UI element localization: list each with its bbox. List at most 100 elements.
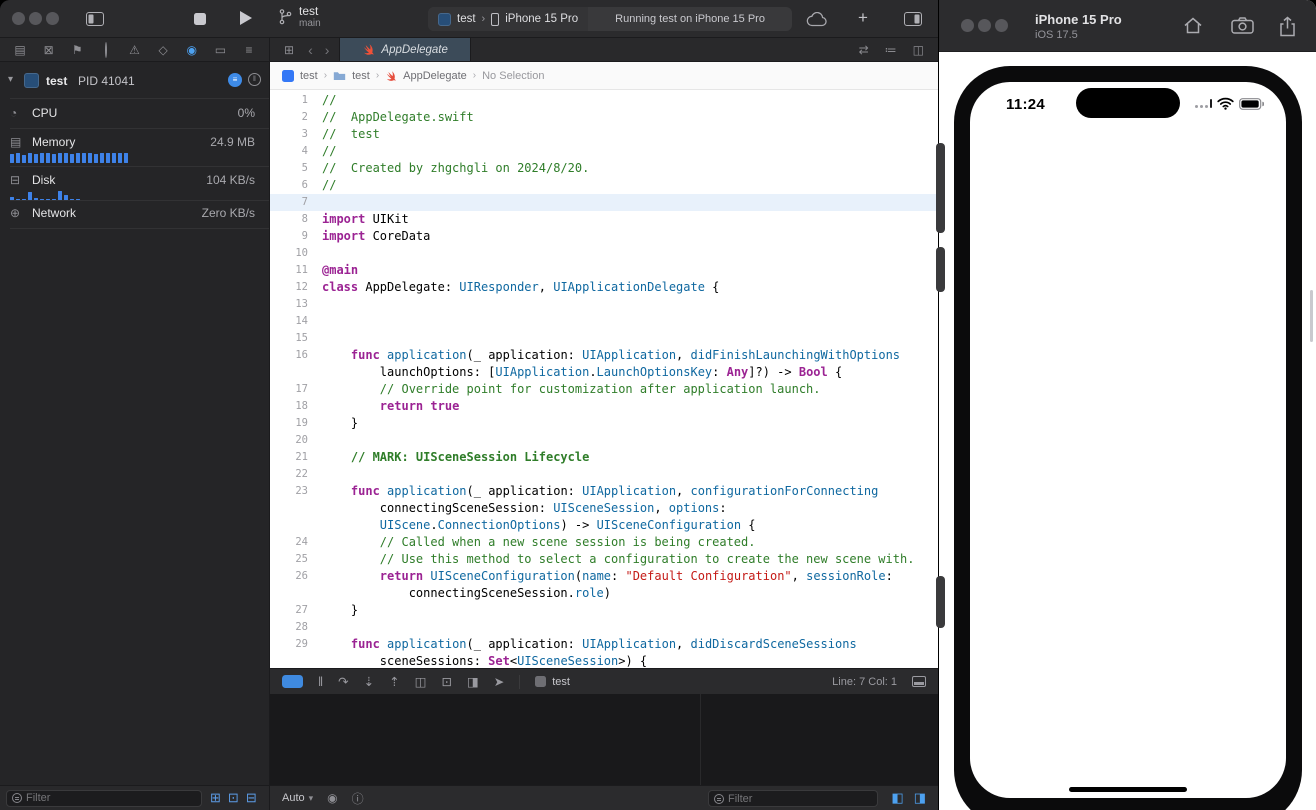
step-over-icon[interactable]: ↷	[338, 674, 348, 689]
tab-overview-icon[interactable]: ⊞	[284, 43, 294, 57]
code-line[interactable]: 9import CoreData	[270, 228, 938, 245]
close-window-button[interactable]	[961, 19, 974, 32]
network-gauge-row[interactable]: ⊕ Network Zero KB/s	[0, 206, 269, 228]
code-line[interactable]: 8import UIKit	[270, 211, 938, 228]
line-number[interactable]: 20	[270, 432, 308, 449]
code-line[interactable]: 6//	[270, 177, 938, 194]
line-number[interactable]: 22	[270, 466, 308, 483]
line-number[interactable]: 27	[270, 602, 308, 619]
code-line[interactable]: 17 // Override point for customization a…	[270, 381, 938, 398]
disclosure-icon[interactable]: ▾	[8, 74, 13, 85]
zoom-window-button[interactable]	[995, 19, 1008, 32]
line-number[interactable]: 2	[270, 109, 308, 126]
line-number[interactable]: 9	[270, 228, 308, 245]
screenshot-camera-icon[interactable]	[1231, 16, 1254, 34]
code-area[interactable]: 1//2// AppDelegate.swift3// test4//5// C…	[270, 90, 938, 668]
console-toggle-icon[interactable]	[912, 676, 926, 687]
line-number[interactable]: 21	[270, 449, 308, 466]
line-number[interactable]: 26	[270, 568, 308, 585]
breadcrumb-selection[interactable]: No Selection	[482, 70, 544, 82]
issues-navigator-icon[interactable]: ⚠	[125, 43, 145, 57]
scrollbar-mark[interactable]	[936, 247, 945, 292]
breadcrumb-project[interactable]: test	[300, 70, 318, 82]
code-line[interactable]: 19 }	[270, 415, 938, 432]
code-line[interactable]: 11@main	[270, 262, 938, 279]
threads-badge-icon[interactable]: ≡	[228, 73, 242, 87]
code-line[interactable]: 27 }	[270, 602, 938, 619]
code-line[interactable]: connectingSceneSession.role)	[270, 585, 938, 602]
filter-option-icon[interactable]: ⊞	[210, 790, 221, 806]
line-number[interactable]: 5	[270, 160, 308, 177]
line-number[interactable]: 11	[270, 262, 308, 279]
split-editor-icon[interactable]: ◫	[913, 43, 924, 57]
filter-option-icon[interactable]: ⊟	[246, 790, 257, 806]
line-number[interactable]: 18	[270, 398, 308, 415]
run-button[interactable]	[240, 11, 252, 25]
line-number[interactable]: 7	[270, 194, 308, 211]
code-line[interactable]: UIScene.ConnectionOptions) -> UISceneCon…	[270, 517, 938, 534]
line-number[interactable]: 29	[270, 636, 308, 653]
minimap-icon[interactable]: ≔	[885, 43, 897, 57]
code-line[interactable]: 22	[270, 466, 938, 483]
back-icon[interactable]: ‹	[308, 42, 313, 58]
code-line[interactable]: launchOptions: [UIApplication.LaunchOpti…	[270, 364, 938, 381]
disk-gauge-row[interactable]: ⊟ Disk 104 KB/s	[0, 173, 269, 207]
console-filter-input[interactable]	[728, 793, 872, 805]
navigator-filter-field[interactable]	[6, 790, 202, 807]
stop-button[interactable]	[194, 13, 206, 25]
line-number[interactable]: 10	[270, 245, 308, 262]
code-line[interactable]: 12class AppDelegate: UIResponder, UIAppl…	[270, 279, 938, 296]
line-number[interactable]: 25	[270, 551, 308, 568]
code-line[interactable]: 2// AppDelegate.swift	[270, 109, 938, 126]
pause-execution-icon[interactable]: ‖	[318, 675, 323, 689]
code-line[interactable]: 20	[270, 432, 938, 449]
line-number[interactable]: 15	[270, 330, 308, 347]
breadcrumb-file[interactable]: AppDelegate	[403, 70, 467, 82]
pause-badge-icon[interactable]: ‖	[248, 73, 261, 86]
info-icon[interactable]: ⓘ	[352, 790, 364, 807]
xcode-cloud-icon[interactable]	[806, 12, 828, 27]
view-debugger-icon[interactable]: ◫	[415, 674, 427, 689]
tests-navigator-icon[interactable]: ◇	[153, 43, 173, 57]
code-line[interactable]: 21 // MARK: UISceneSession Lifecycle	[270, 449, 938, 466]
code-line[interactable]: 24 // Called when a new scene session is…	[270, 534, 938, 551]
code-line[interactable]: connectingSceneSession: UISceneSession, …	[270, 500, 938, 517]
line-number[interactable]: 8	[270, 211, 308, 228]
code-line[interactable]: 10	[270, 245, 938, 262]
code-line[interactable]: 5// Created by zhgchgli on 2024/8/20.	[270, 160, 938, 177]
memory-graph-icon[interactable]: ⊡	[441, 674, 451, 689]
line-number[interactable]: 1	[270, 92, 308, 109]
line-number[interactable]: 6	[270, 177, 308, 194]
add-tab-button[interactable]: +	[858, 8, 868, 28]
line-number[interactable]	[270, 517, 308, 534]
line-number[interactable]: 14	[270, 313, 308, 330]
line-number[interactable]: 23	[270, 483, 308, 500]
variables-scope-dropdown[interactable]: Auto ▾	[282, 792, 313, 804]
code-line[interactable]: 18 return true	[270, 398, 938, 415]
scrollbar-mark[interactable]	[936, 576, 945, 628]
line-number[interactable]: 13	[270, 296, 308, 313]
navigator-filter-input[interactable]	[26, 792, 196, 804]
source-control-navigator-icon[interactable]: ⊠	[39, 43, 59, 57]
jump-icon[interactable]: ⇄	[859, 43, 869, 57]
step-into-icon[interactable]: ⇣	[364, 674, 374, 689]
filter-option-icon[interactable]: ⊡	[228, 790, 239, 806]
share-icon[interactable]	[1279, 16, 1296, 37]
console-divider[interactable]	[700, 694, 701, 785]
reports-navigator-icon[interactable]: ≡	[239, 43, 259, 57]
scrollbar-thumb[interactable]	[1310, 290, 1313, 342]
code-line[interactable]: 26 return UISceneConfiguration(name: "De…	[270, 568, 938, 585]
line-number[interactable]: 3	[270, 126, 308, 143]
code-line[interactable]: sceneSessions: Set<UISceneSession>) {	[270, 653, 938, 668]
code-line[interactable]: 1//	[270, 92, 938, 109]
line-number[interactable]: 4	[270, 143, 308, 160]
code-line[interactable]: 25 // Use this method to select a config…	[270, 551, 938, 568]
debug-navigator-icon[interactable]: ◉	[182, 43, 202, 57]
line-number[interactable]: 12	[270, 279, 308, 296]
code-line[interactable]: 7	[270, 194, 938, 211]
project-navigator-icon[interactable]: ▤	[10, 43, 30, 57]
console-pane-toggle-icon[interactable]: ◨	[914, 790, 926, 806]
line-number[interactable]	[270, 653, 308, 668]
tab-appdelegate[interactable]: AppDelegate	[339, 38, 471, 61]
close-window-button[interactable]	[12, 12, 25, 25]
